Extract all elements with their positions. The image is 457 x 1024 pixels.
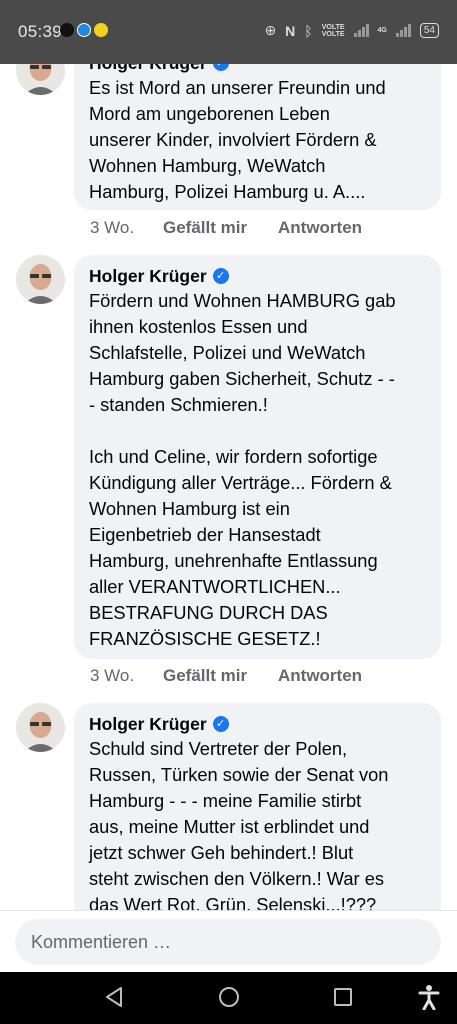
navigation-bar — [0, 972, 457, 1024]
comment-time[interactable]: 3 Wo. — [90, 218, 163, 238]
verified-badge-icon: ✓ — [212, 716, 229, 732]
avatar[interactable] — [16, 255, 65, 304]
comment-input[interactable]: Kommentieren … — [15, 919, 441, 965]
comment-author[interactable]: Holger Krüger✓ — [89, 264, 429, 288]
status-bar: 05:39 ⊕ N ᛒ VOLTE VOLTE 4G 54 — [0, 0, 457, 64]
reply-button[interactable]: Antworten — [278, 218, 362, 238]
app2-notification-icon — [94, 23, 108, 37]
signal1-icon — [353, 24, 369, 37]
comment-text: Schuld sind Vertreter der Polen, Russen,… — [89, 738, 389, 915]
verified-badge-icon: ✓ — [212, 268, 229, 284]
comment-actions: 3 Wo. Gefällt mir Antworten — [90, 218, 362, 238]
data-saver-icon: ⊕ — [264, 22, 277, 38]
network-gen: 4G — [377, 27, 387, 34]
comment-author[interactable]: Holger Krüger✓ — [89, 712, 429, 736]
app-notification-icon — [60, 23, 74, 37]
verified-badge-icon: ✓ — [212, 64, 229, 71]
like-button[interactable]: Gefällt mir — [163, 218, 278, 238]
notification-icons — [60, 23, 108, 37]
reply-button[interactable]: Antworten — [278, 666, 362, 686]
nfc-icon: N — [285, 22, 296, 39]
comment-actions: 3 Wo. Gefällt mir Antworten — [90, 666, 362, 686]
home-circle-icon[interactable] — [218, 986, 240, 1013]
accessibility-icon[interactable] — [418, 984, 440, 1015]
comment-time[interactable]: 3 Wo. — [90, 666, 163, 686]
avatar[interactable] — [16, 703, 65, 752]
volte-icon: VOLTE VOLTE — [321, 23, 345, 38]
comment-text: Fördern und Wohnen HAMBURG gab ihnen kos… — [89, 290, 396, 649]
bluetooth-icon: ᛒ — [304, 22, 313, 39]
like-button[interactable]: Gefällt mir — [163, 666, 278, 686]
status-time: 05:39 — [18, 22, 63, 41]
comment-text: Es ist Mord an unserer Freundin und Mord… — [89, 77, 386, 202]
back-triangle-icon[interactable] — [104, 986, 124, 1013]
comment-bubble[interactable]: Holger Krüger ✓ Fördern und Wohnen HAMBUR… — [74, 255, 441, 659]
signal2-icon — [395, 24, 411, 37]
comment-composer: Kommentieren … — [0, 910, 457, 973]
battery-icon: 54 — [419, 23, 439, 38]
messenger-notification-icon — [77, 23, 91, 37]
recents-square-icon[interactable] — [333, 986, 353, 1013]
comments-sheet[interactable]: Holger Krüger✓ Es ist Mord an unserer Fr… — [0, 64, 457, 972]
status-right: ⊕ N ᛒ VOLTE VOLTE 4G 54 — [264, 22, 439, 39]
comment-bubble[interactable]: Holger Krüger✓ Es ist Mord an unserer Fr… — [74, 64, 441, 210]
comment-author[interactable]: Holger Krüger✓ — [89, 64, 429, 75]
avatar[interactable] — [16, 64, 65, 95]
